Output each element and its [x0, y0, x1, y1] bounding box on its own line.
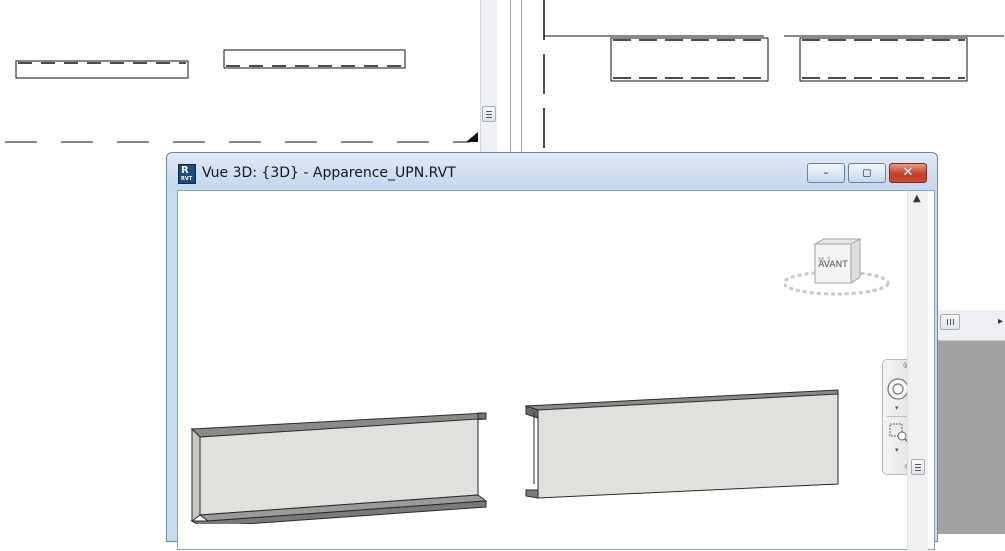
- scrollbar-grip[interactable]: [911, 459, 925, 475]
- plan-view-left-drawing: [5, 49, 478, 143]
- minimize-icon: –: [823, 166, 829, 179]
- close-icon: ✕: [902, 165, 914, 180]
- viewcube[interactable]: AVANT M.3: [784, 235, 894, 299]
- viewcube-side-label[interactable]: M.3: [818, 256, 831, 264]
- close-button[interactable]: ✕: [889, 163, 927, 183]
- pane-splitter[interactable]: [510, 0, 522, 152]
- view-3d-window[interactable]: R RVT Vue 3D: {3D} - Apparence_UPN.RVT – …: [166, 152, 938, 551]
- restore-button[interactable]: ◻: [848, 163, 886, 183]
- plan-view-right[interactable]: [522, 0, 1005, 152]
- upn-beam-1[interactable]: [188, 409, 493, 524]
- minimize-button[interactable]: –: [807, 163, 845, 183]
- view-3d-scrollbar[interactable]: ▲: [907, 191, 928, 551]
- background-view-panel[interactable]: [938, 310, 1005, 534]
- restore-icon: ◻: [862, 166, 872, 179]
- window-titlebar[interactable]: R RVT Vue 3D: {3D} - Apparence_UPN.RVT – …: [167, 153, 937, 189]
- scroll-right-arrow-icon[interactable]: ▸: [998, 316, 1003, 327]
- view-3d-canvas[interactable]: AVANT M.3 ⊗ ▾ ▾ ⊖: [177, 190, 935, 551]
- plan-view-left[interactable]: [0, 0, 497, 152]
- steering-wheel-dropdown-icon[interactable]: ▾: [895, 404, 899, 412]
- scrollbar-grip[interactable]: [482, 106, 496, 122]
- scroll-up-arrow-icon[interactable]: ▲: [913, 193, 921, 204]
- window-title: Vue 3D: {3D} - Apparence_UPN.RVT: [202, 165, 456, 181]
- nav-bar-divider: [887, 416, 909, 417]
- revit-app-icon[interactable]: R RVT: [178, 164, 196, 184]
- plan-view-right-drawing: [543, 0, 1005, 152]
- horizontal-scrollbar-grip[interactable]: [940, 314, 960, 330]
- background-view-scroll-strip[interactable]: ▸: [938, 310, 1005, 341]
- plan-view-left-scrollbar[interactable]: [480, 0, 497, 152]
- zoom-dropdown-icon[interactable]: ▾: [895, 446, 899, 454]
- upn-beam-2[interactable]: [524, 388, 844, 503]
